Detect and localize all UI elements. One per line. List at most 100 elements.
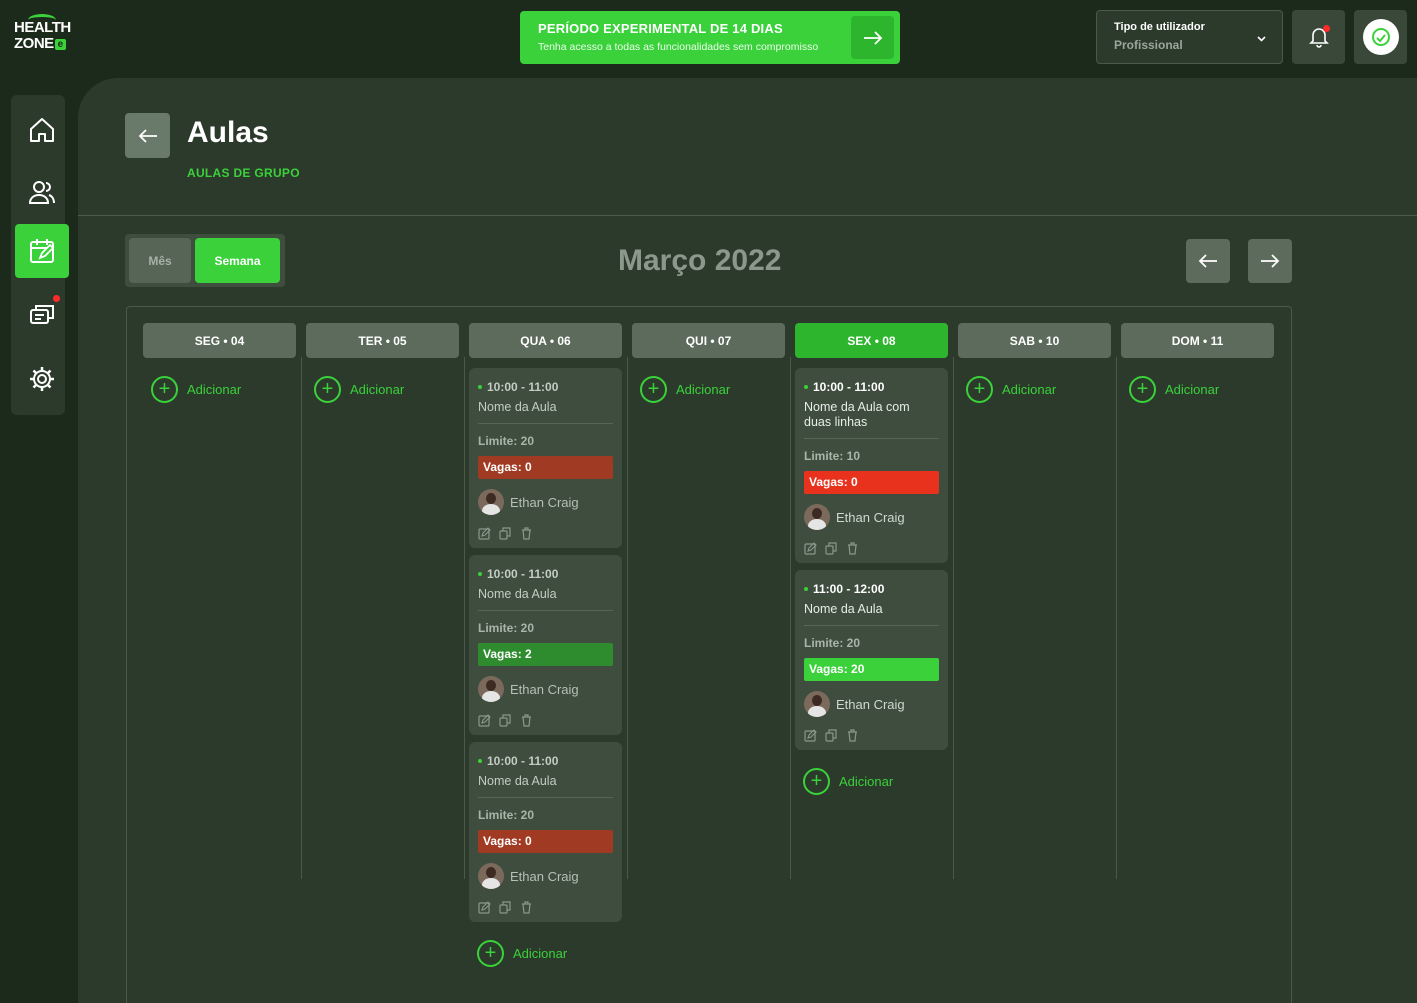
trial-subtitle: Tenha acesso a todas as funcionalidades … [538,41,819,53]
add-label: Adicionar [1002,382,1057,397]
chat-icon [30,305,54,324]
class-actions [804,729,939,742]
day-header: SEX • 08 [795,323,948,358]
class-card[interactable]: 10:00 - 11:00 Nome da Aula com duas linha… [795,368,948,563]
edit-icon[interactable] [478,527,491,540]
class-limit: Limite: 20 [478,808,535,822]
arrow-right-icon [863,30,882,45]
class-card[interactable]: 10:00 - 11:00 Nome da Aula Limite: 20 Vagas… [469,555,622,735]
add-class-button[interactable]: + Adicionar [640,376,785,403]
prev-week-button[interactable] [1186,239,1230,283]
logo-arc [28,14,56,26]
trash-icon[interactable] [520,714,533,727]
arrow-left-icon [1198,254,1217,268]
plus-icon: + [477,940,504,967]
trash-icon[interactable] [846,729,859,742]
class-actions [478,527,613,540]
logo-line2-text: ZONE [14,35,54,52]
class-name: Nome da Aula [478,400,613,424]
trial-arrow-button[interactable] [851,16,894,59]
column-divider [790,357,791,879]
copy-icon[interactable] [825,542,838,555]
trash-icon[interactable] [846,542,859,555]
copy-icon[interactable] [499,714,512,727]
logo-line2: ZONE e [14,36,74,52]
user-type-select[interactable]: Tipo de utilizador Profissional [1096,10,1283,64]
calendar-title: Março 2022 [618,244,782,277]
add-label: Adicionar [513,946,568,961]
header-divider [78,215,1417,216]
add-label: Adicionar [350,382,405,397]
user-type-value: Profissional [1114,38,1183,52]
trial-title: PERÍODO EXPERIMENTAL DE 14 DIAS [538,21,783,36]
add-class-button[interactable]: + Adicionar [477,940,622,967]
trash-icon[interactable] [520,527,533,540]
home-icon [30,118,54,142]
instructor-name: Ethan Craig [510,494,579,510]
class-actions [804,542,939,555]
day-column: QUI • 07 + Adicionar [632,323,785,403]
class-limit: Limite: 20 [478,621,535,635]
sidebar-item-home[interactable] [15,103,69,157]
add-label: Adicionar [187,382,242,397]
top-bar: HEALTH ZONE e PERÍODO EXPERIMENTAL DE 14 … [0,0,1417,78]
copy-icon[interactable] [499,901,512,914]
plus-icon: + [1129,376,1156,403]
copy-icon[interactable] [825,729,838,742]
calendar-icon [30,239,55,263]
trash-icon[interactable] [520,901,533,914]
day-header: SAB • 10 [958,323,1111,358]
instructor-avatar [478,863,504,889]
messages-badge [53,295,60,302]
next-week-button[interactable] [1248,239,1292,283]
edit-icon[interactable] [804,542,817,555]
view-toggle: Mês Semana [125,234,285,287]
add-class-button[interactable]: + Adicionar [966,376,1111,403]
copy-icon[interactable] [499,527,512,540]
sidebar [11,95,69,415]
column-divider [1116,357,1117,879]
trial-banner[interactable]: PERÍODO EXPERIMENTAL DE 14 DIAS Tenha ac… [520,11,900,64]
class-card[interactable]: 11:00 - 12:00 Nome da Aula Limite: 20 Vagas… [795,570,948,750]
add-class-button[interactable]: + Adicionar [151,376,296,403]
class-limit: Limite: 20 [478,434,535,448]
gear-icon [30,367,54,391]
notifications-button[interactable] [1292,10,1345,64]
main-content: Aulas AULAS DE GRUPO Mês Semana Março 20… [78,78,1417,1003]
user-type-label: Tipo de utilizador [1114,21,1205,33]
add-class-button[interactable]: + Adicionar [1129,376,1274,403]
sidebar-item-calendar[interactable] [15,224,69,278]
sidebar-item-settings[interactable] [15,352,69,406]
class-vacancies-badge: Vagas: 20 [804,658,939,681]
class-limit: Limite: 10 [804,449,861,463]
plus-icon: + [966,376,993,403]
edit-icon[interactable] [478,901,491,914]
day-header: DOM • 11 [1121,323,1274,358]
view-week-button[interactable]: Semana [195,238,280,283]
page-subtitle: AULAS DE GRUPO [187,166,300,180]
sidebar-item-users[interactable] [15,165,69,219]
column-divider [464,357,465,879]
edit-icon[interactable] [804,729,817,742]
instructor: Ethan Craig [478,863,613,889]
profile-button[interactable] [1354,10,1407,64]
class-vacancies-badge: Vagas: 0 [478,456,613,479]
logo[interactable]: HEALTH ZONE e [14,14,74,60]
view-month-button[interactable]: Mês [129,238,191,283]
column-divider [953,357,954,879]
sidebar-item-messages[interactable] [15,288,69,342]
class-card[interactable]: 10:00 - 11:00 Nome da Aula Limite: 20 Vagas… [469,742,622,922]
edit-icon[interactable] [478,714,491,727]
add-label: Adicionar [1165,382,1220,397]
chevron-down-icon [1257,33,1266,45]
add-class-button[interactable]: + Adicionar [314,376,459,403]
class-name: Nome da Aula [478,587,613,611]
class-time: 11:00 - 12:00 [804,582,939,596]
class-card[interactable]: 10:00 - 11:00 Nome da Aula Limite: 20 Vagas… [469,368,622,548]
add-class-button[interactable]: + Adicionar [803,768,948,795]
notification-dot [1323,25,1330,32]
avatar [1362,19,1399,55]
instructor-name: Ethan Craig [836,696,905,712]
class-actions [478,714,613,727]
back-button[interactable] [125,113,170,158]
